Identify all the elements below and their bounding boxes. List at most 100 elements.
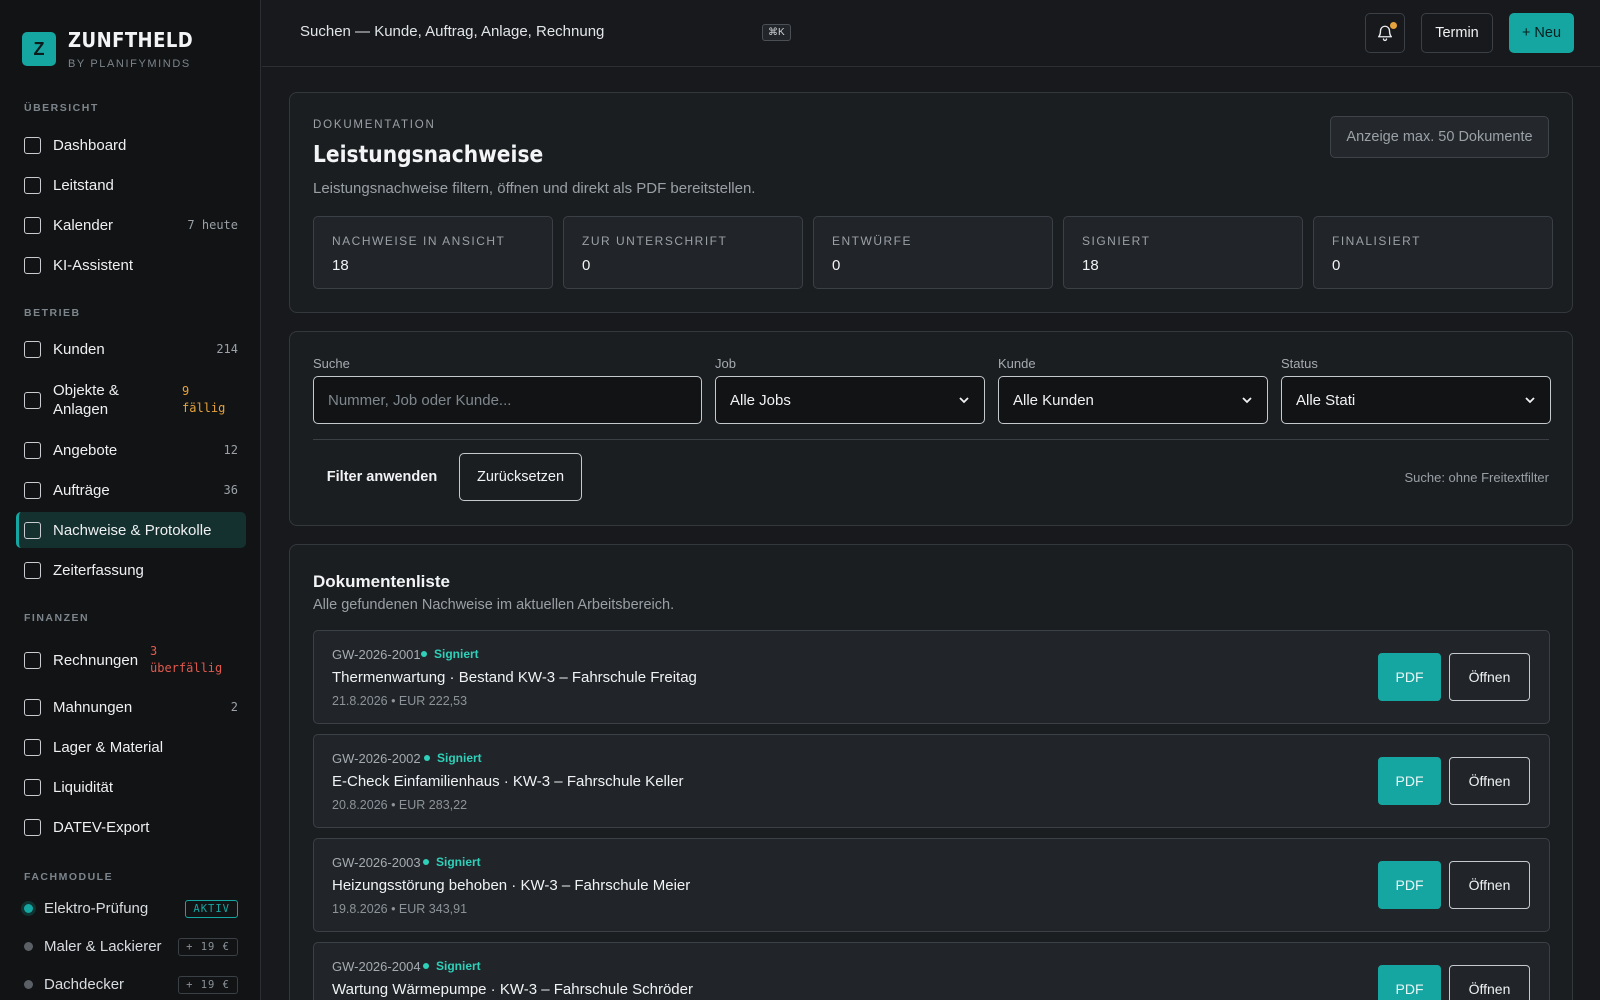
- checkbox-icon: [24, 651, 41, 669]
- open-button[interactable]: Öffnen: [1449, 965, 1530, 1000]
- max-documents-hint: Anzeige max. 50 Dokumente: [1330, 116, 1549, 158]
- list-subtitle: Alle gefundenen Nachweise im aktuellen A…: [313, 597, 675, 613]
- sidebar-item-label: Kalender: [53, 216, 114, 234]
- stat-label: ZUR UNTERSCHRIFT: [582, 234, 728, 248]
- termin-button[interactable]: Termin: [1421, 13, 1493, 53]
- job-select[interactable]: Alle Jobs: [715, 376, 985, 424]
- divider: [313, 439, 1549, 440]
- stat-card: ENTWÜRFE 0: [813, 216, 1053, 289]
- sidebar-item-label: Kunden: [53, 340, 105, 358]
- filter-hint: Suche: ohne Freitextfilter: [1404, 470, 1549, 485]
- open-button[interactable]: Öffnen: [1449, 757, 1530, 805]
- kunde-select-label: Kunde: [998, 356, 1036, 371]
- sidebar-item-label-line1: Objekte &: [53, 382, 119, 399]
- checkbox-icon: [24, 818, 41, 836]
- search-field-label: Suche: [313, 356, 350, 371]
- document-title: E-Check Einfamilienhaus · KW-3 – Fahrsch…: [332, 773, 684, 790]
- topbar: Suchen — Kunde, Auftrag, Anlage, Rechnun…: [262, 0, 1600, 67]
- search-field[interactable]: Nummer, Job oder Kunde...: [313, 376, 702, 424]
- list-item[interactable]: GW-2026-2004 Signiert Wartung Wärmepumpe…: [313, 942, 1550, 1000]
- sidebar-item-auftraege[interactable]: Aufträge 36: [16, 472, 246, 508]
- warning-count: 9: [182, 384, 190, 398]
- reset-filter-button[interactable]: Zurücksetzen: [459, 453, 582, 501]
- status-dot-icon: [24, 904, 33, 913]
- sidebar-item-rechnungen[interactable]: Rechnungen 3 überfällig: [16, 636, 246, 684]
- warning-text: fällig: [182, 401, 226, 415]
- document-meta: 21.8.2026 • EUR 222,53: [332, 694, 468, 708]
- notification-dot: [1390, 22, 1397, 29]
- sidebar-item-label: Objekte & Anlagen: [53, 381, 119, 419]
- list-item[interactable]: GW-2026-2002 Signiert E-Check Einfamilie…: [313, 734, 1550, 828]
- nav-section-overview: ÜBERSICHT: [24, 102, 99, 114]
- sidebar-item-ki-assistent[interactable]: KI-Assistent: [16, 247, 246, 283]
- header-panel: DOKUMENTATION Leistungsnachweise Leistun…: [289, 92, 1573, 313]
- notifications-button[interactable]: [1365, 13, 1405, 53]
- shortcut-badge: ⌘K: [762, 24, 791, 41]
- sidebar-item-label: Angebote: [53, 441, 118, 459]
- apply-filter-button[interactable]: Filter anwenden: [313, 453, 451, 501]
- pdf-button[interactable]: PDF: [1378, 861, 1441, 909]
- checkbox-icon: [24, 698, 41, 716]
- sidebar-item-count: 7 heute: [187, 218, 238, 232]
- status-badge: Signiert: [423, 959, 481, 973]
- pdf-button[interactable]: PDF: [1378, 757, 1441, 805]
- list-title: Dokumentenliste: [313, 572, 450, 591]
- open-button[interactable]: Öffnen: [1449, 653, 1530, 701]
- sidebar-item-liquiditaet[interactable]: Liquidität: [16, 769, 246, 805]
- sidebar-item-mahnungen[interactable]: Mahnungen 2: [16, 689, 246, 725]
- brand[interactable]: Z ZUNFTHELD BY PLANIFYMINDS: [22, 28, 207, 70]
- new-button[interactable]: + Neu: [1509, 13, 1574, 53]
- sidebar-item-dashboard[interactable]: Dashboard: [16, 127, 246, 163]
- checkbox-icon: [24, 481, 41, 499]
- stat-card: SIGNIERT 18: [1063, 216, 1303, 289]
- sidebar-item-count: 36: [223, 483, 238, 497]
- document-title: Thermenwartung · Bestand KW-3 – Fahrschu…: [332, 669, 697, 686]
- sidebar: Z ZUNFTHELD BY PLANIFYMINDS ÜBERSICHT Da…: [0, 0, 261, 1000]
- sidebar-item-danger: 3 überfällig: [150, 643, 222, 677]
- page-eyebrow: DOKUMENTATION: [313, 119, 436, 131]
- sidebar-item-angebote[interactable]: Angebote 12: [16, 432, 246, 468]
- sidebar-item-datev[interactable]: DATEV-Export: [16, 809, 246, 845]
- kunde-select[interactable]: Alle Kunden: [998, 376, 1268, 424]
- sidebar-item-warning: 9 fällig: [182, 383, 225, 417]
- list-item[interactable]: GW-2026-2001 Signiert Thermenwartung · B…: [313, 630, 1550, 724]
- document-list-panel: Dokumentenliste Alle gefundenen Nachweis…: [289, 544, 1573, 1000]
- status-badge: Signiert: [424, 751, 482, 765]
- stats-row: NACHWEISE IN ANSICHT 18 ZUR UNTERSCHRIFT 0…: [313, 216, 1553, 289]
- sidebar-item-leitstand[interactable]: Leitstand: [16, 167, 246, 203]
- chevron-down-icon: [1242, 397, 1252, 404]
- stat-value: 0: [832, 257, 841, 274]
- module-elektro[interactable]: Elektro-Prüfung AKTIV: [24, 899, 238, 918]
- open-button[interactable]: Öffnen: [1449, 861, 1530, 909]
- module-dachdecker[interactable]: Dachdecker + 19 €: [24, 975, 238, 994]
- sidebar-item-zeiterfassung[interactable]: Zeiterfassung: [16, 552, 246, 588]
- module-maler[interactable]: Maler & Lackierer + 19 €: [24, 937, 238, 956]
- status-select-value: Alle Stati: [1296, 391, 1356, 409]
- module-tag: + 19 €: [178, 937, 238, 956]
- pdf-button[interactable]: PDF: [1378, 965, 1441, 1000]
- brand-subtitle: BY PLANIFYMINDS: [68, 58, 191, 70]
- status-select[interactable]: Alle Stati: [1281, 376, 1551, 424]
- pdf-button[interactable]: PDF: [1378, 653, 1441, 701]
- kunde-select-value: Alle Kunden: [1013, 391, 1094, 409]
- document-number: GW-2026-2002: [332, 751, 421, 766]
- sidebar-item-kunden[interactable]: Kunden 214: [16, 331, 246, 367]
- stat-label: FINALISIERT: [1332, 234, 1421, 248]
- stat-card: NACHWEISE IN ANSICHT 18: [313, 216, 553, 289]
- chevron-down-icon: [1525, 397, 1535, 404]
- job-select-label: Job: [715, 356, 736, 371]
- sidebar-item-count: 12: [223, 443, 238, 457]
- sidebar-item-nachweise[interactable]: Nachweise & Protokolle: [16, 512, 246, 548]
- stat-value: 18: [1082, 257, 1099, 274]
- list-item[interactable]: GW-2026-2003 Signiert Heizungsstörung be…: [313, 838, 1550, 932]
- sidebar-item-kalender[interactable]: Kalender 7 heute: [16, 207, 246, 243]
- sidebar-item-label: Liquidität: [53, 778, 114, 796]
- job-select-value: Alle Jobs: [730, 391, 791, 409]
- sidebar-item-lager[interactable]: Lager & Material: [16, 729, 246, 765]
- module-tag: + 19 €: [178, 975, 238, 994]
- sidebar-item-objekte[interactable]: Objekte & Anlagen 9 fällig: [16, 376, 246, 424]
- stat-value: 18: [332, 257, 349, 274]
- sidebar-item-label: Zeiterfassung: [53, 561, 144, 579]
- status-badge: Signiert: [423, 855, 481, 869]
- global-search-input[interactable]: Suchen — Kunde, Auftrag, Anlage, Rechnun…: [300, 23, 604, 40]
